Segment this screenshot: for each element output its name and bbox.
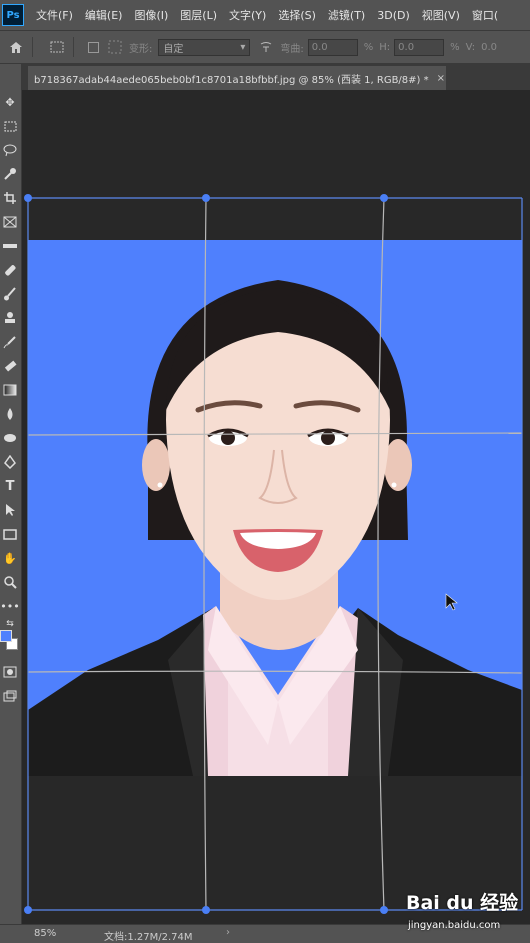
reference-point-checkbox[interactable]	[88, 41, 99, 53]
document-tab[interactable]: b718367adab44aede065beb0bf1c8701a18bfbbf…	[28, 66, 446, 90]
warp-handle	[24, 194, 32, 202]
h-distortion-field[interactable]: 0.0	[394, 38, 445, 56]
change-warp-orientation-icon[interactable]	[258, 39, 274, 55]
zoom-level[interactable]: 85%	[34, 928, 56, 939]
tools-panel: ✥ T ✋ ••• ⇆	[0, 64, 22, 924]
bend-percent: %	[363, 41, 374, 53]
menu-image[interactable]: 图像(I)	[134, 7, 168, 23]
bend-field[interactable]: 0.0	[307, 38, 358, 56]
warp-grid-overlay[interactable]	[22, 90, 530, 924]
move-tool-icon[interactable]: ✥	[2, 94, 18, 110]
divider	[32, 37, 33, 57]
hand-tool-icon[interactable]: ✋	[2, 550, 18, 566]
clone-stamp-tool-icon[interactable]	[2, 310, 18, 326]
menu-file[interactable]: 文件(F)	[36, 7, 73, 23]
frame-tool-icon[interactable]	[2, 214, 18, 230]
warp-handle	[380, 906, 388, 914]
warp-style-value: 自定	[163, 43, 184, 55]
warp-style-select[interactable]: 自定 ▾	[158, 38, 251, 56]
pen-tool-icon[interactable]	[2, 454, 18, 470]
crop-tool-icon[interactable]	[2, 190, 18, 206]
warp-handle	[24, 906, 32, 914]
menu-3d[interactable]: 3D(D)	[377, 9, 410, 22]
brush-tool-icon[interactable]	[2, 286, 18, 302]
marquee-tool-icon[interactable]	[2, 118, 18, 134]
divider	[73, 37, 74, 57]
warp-handle	[202, 194, 210, 202]
h-distortion-label: H:	[379, 41, 391, 53]
menu-select[interactable]: 选择(S)	[278, 7, 316, 23]
watermark-brand: Bai du 经验	[406, 892, 519, 914]
home-icon[interactable]	[8, 39, 24, 55]
canvas-area[interactable]	[22, 90, 530, 924]
menu-window[interactable]: 窗口(	[472, 7, 498, 23]
chevron-down-icon: ▾	[240, 41, 246, 53]
more-tools-icon[interactable]: •••	[0, 598, 19, 614]
menu-type[interactable]: 文字(Y)	[229, 7, 266, 23]
menu-bar: Ps 文件(F) 编辑(E) 图像(I) 图层(L) 文字(Y) 选择(S) 滤…	[0, 0, 530, 30]
options-bar: 变形: 自定 ▾ 弯曲: 0.0 % H: 0.0 % V: 0.0	[0, 30, 530, 64]
v-distortion-value[interactable]: 0.0	[481, 42, 497, 53]
dodge-tool-icon[interactable]	[2, 430, 18, 446]
gradient-tool-icon[interactable]	[2, 382, 18, 398]
warp-handle	[202, 906, 210, 914]
document-tab-title: b718367adab44aede065beb0bf1c8701a18bfbbf…	[34, 74, 429, 86]
v-distortion-label: V:	[465, 41, 476, 53]
history-brush-tool-icon[interactable]	[2, 334, 18, 350]
menu-edit[interactable]: 编辑(E)	[85, 7, 123, 23]
h-distortion-percent: %	[450, 41, 460, 53]
foreground-color-swatch[interactable]	[0, 630, 12, 642]
blur-tool-icon[interactable]	[2, 406, 18, 422]
quick-selection-tool-icon[interactable]	[2, 166, 18, 182]
rectangle-tool-icon[interactable]	[2, 526, 18, 542]
zoom-tool-icon[interactable]	[2, 574, 18, 590]
mouse-cursor-icon	[445, 593, 458, 611]
warp-grid-line	[27, 670, 523, 674]
menu-filter[interactable]: 滤镜(T)	[328, 7, 365, 23]
type-tool-icon[interactable]: T	[2, 478, 18, 494]
reference-point-grid-icon[interactable]	[107, 39, 123, 55]
screen-mode-icon[interactable]	[2, 688, 18, 704]
watermark-url: jingyan.baidu.com	[408, 920, 501, 931]
quick-mask-icon[interactable]	[2, 664, 18, 680]
warp-grid-line	[203, 197, 207, 911]
warp-grid-line	[27, 432, 523, 436]
menu-view[interactable]: 视图(V)	[422, 7, 460, 23]
eyedropper-tool-icon[interactable]	[2, 238, 18, 254]
transform-reference-icon[interactable]	[49, 39, 65, 55]
eraser-tool-icon[interactable]	[2, 358, 18, 374]
lasso-tool-icon[interactable]	[2, 142, 18, 158]
photoshop-logo: Ps	[2, 4, 24, 26]
document-tab-bar: b718367adab44aede065beb0bf1c8701a18bfbbf…	[22, 64, 530, 90]
menu-layer[interactable]: 图层(L)	[180, 7, 217, 23]
document-size: 文档:1.27M/2.74M	[104, 932, 193, 943]
warp-grid-line	[377, 197, 385, 911]
status-menu-arrow[interactable]: ›	[226, 927, 230, 938]
close-icon[interactable]: ×	[437, 73, 445, 84]
healing-brush-tool-icon[interactable]	[2, 262, 18, 278]
warp-handle	[380, 194, 388, 202]
bend-label: 弯曲:	[280, 43, 304, 55]
path-selection-tool-icon[interactable]	[2, 502, 18, 518]
warp-label: 变形:	[129, 43, 153, 55]
baidu-jingyan-watermark: Bai du 经验 jingyan.baidu.com	[400, 888, 526, 938]
